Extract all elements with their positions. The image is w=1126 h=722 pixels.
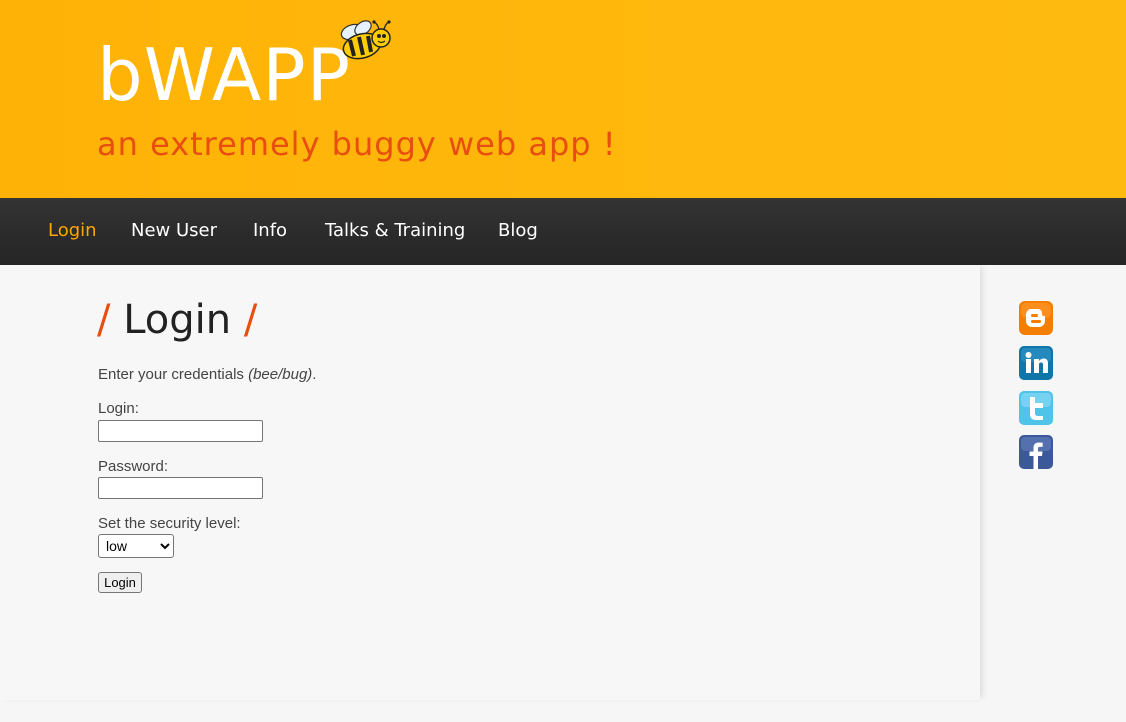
header-banner: bWAPP an extremely buggy web app !	[0, 0, 1126, 198]
password-label: Password:	[98, 458, 169, 475]
logo: bWAPP	[97, 33, 352, 117]
twitter-icon[interactable]	[1019, 391, 1053, 425]
credentials-hint: Enter your credentials (bee/bug).	[98, 366, 316, 384]
login-input[interactable]	[98, 420, 263, 442]
nav-login[interactable]: Login	[48, 219, 97, 243]
intro-end: .	[312, 366, 317, 383]
intro-text: Enter your credentials	[98, 366, 249, 383]
main-nav: Login New User Info Talks & Training Blo…	[0, 198, 1126, 265]
nav-talks-training[interactable]: Talks & Training	[325, 219, 465, 243]
security-level-select[interactable]: low	[98, 534, 174, 558]
title-slash-right: /	[243, 297, 258, 343]
intro-hint: (bee/bug)	[248, 366, 313, 383]
page-title: / Login /	[97, 290, 257, 350]
blogger-icon[interactable]	[1019, 301, 1053, 335]
password-input[interactable]	[98, 477, 263, 499]
linkedin-icon[interactable]	[1019, 346, 1053, 380]
login-label: Login:	[98, 400, 139, 417]
title-slash-left: /	[97, 297, 111, 343]
bee-icon	[340, 20, 391, 60]
nav-info[interactable]: Info	[253, 219, 287, 243]
facebook-icon[interactable]	[1019, 435, 1053, 469]
tagline: an extremely buggy web app !	[97, 125, 617, 163]
login-button[interactable]: Login	[98, 572, 142, 593]
nav-new-user[interactable]: New User	[131, 219, 217, 243]
security-level-label: Set the security level:	[98, 515, 241, 532]
nav-blog[interactable]: Blog	[498, 219, 538, 243]
page-title-text: Login	[123, 297, 232, 343]
